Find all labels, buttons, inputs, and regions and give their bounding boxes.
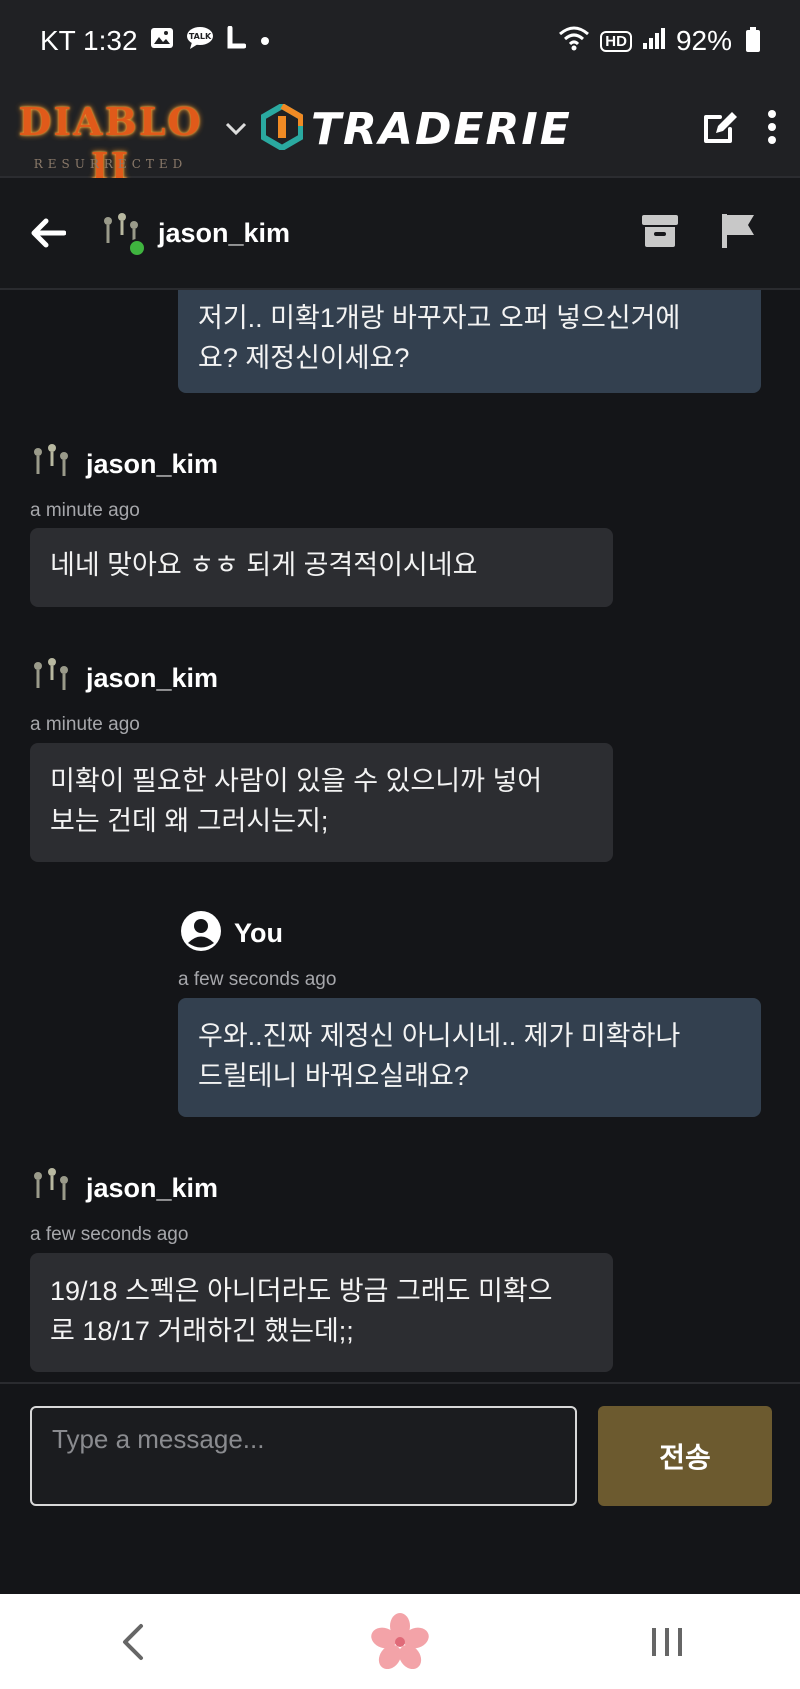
message-bubble-mine: 저기.. 미확1개랑 바꾸자고 오퍼 넣으신거에 요? 제정신이세요? <box>178 290 761 393</box>
game-logo[interactable]: DIABLO II RESURRECTED <box>18 81 203 189</box>
chat-header: jason_kim <box>0 178 800 290</box>
message-composer: 전송 <box>0 1382 800 1594</box>
brand-name: TRADERIE <box>311 103 572 155</box>
traderie-mark-icon <box>260 102 304 155</box>
dropdown-chevron-icon[interactable] <box>225 116 247 142</box>
message-time: a minute ago <box>30 500 140 521</box>
sender-name: You <box>234 918 283 948</box>
sender-name[interactable]: jason_kim <box>86 663 218 694</box>
message-text-line: 19/18 스펙은 아니더라도 방금 그래도 미확으 <box>50 1276 553 1306</box>
message-bubble-theirs: 19/18 스펙은 아니더라도 방금 그래도 미확으 로 18/17 거래하긴 … <box>30 1253 613 1372</box>
archive-icon[interactable] <box>640 213 680 254</box>
status-bar: KT 1:32 TALK HD 92% <box>0 0 800 82</box>
message-text-line: 로 18/17 거래하긴 했는데;; <box>50 1316 354 1346</box>
l-icon <box>226 25 247 56</box>
user-avatar-icon <box>30 1166 74 1211</box>
signal-icon <box>642 25 666 57</box>
sender-name[interactable]: jason_kim <box>86 449 218 480</box>
message-text-line: 드릴테니 바꿔오실래요? <box>198 1061 469 1091</box>
message-text-line: 미확이 필요한 사람이 있을 수 있으니까 넣어 <box>50 766 543 796</box>
message-text-line: 네네 맞아요 ㅎㅎ 되게 공격적이시네요 <box>50 550 478 580</box>
traderie-logo[interactable]: TRADERIE <box>260 102 572 155</box>
wifi-icon <box>558 25 590 58</box>
app-bar: DIABLO II RESURRECTED TRADERIE <box>0 81 800 189</box>
flag-icon[interactable] <box>720 212 756 255</box>
message-sender: jason_kim <box>30 1166 218 1211</box>
message-bubble-mine: 우와..진짜 제정신 아니시네.. 제가 미확하나 드릴테니 바꿔오실래요? <box>178 998 761 1117</box>
message-time: a few seconds ago <box>30 1224 189 1245</box>
battery-percent: 92% <box>675 25 732 56</box>
system-nav-bar <box>0 1594 800 1689</box>
message-text-line: 우와..진짜 제정신 아니시네.. 제가 미확하나 <box>198 1021 681 1051</box>
message-text-line: 보는 건데 왜 그러시는지; <box>50 806 329 836</box>
message-bubble-theirs: 미확이 필요한 사람이 있을 수 있으니까 넣어 보는 건데 왜 그러시는지; <box>30 743 613 862</box>
hd-icon: HD <box>600 30 632 52</box>
svg-text:TALK: TALK <box>188 32 211 41</box>
user-avatar-icon <box>30 656 74 701</box>
image-icon <box>150 27 174 55</box>
message-time: a few seconds ago <box>178 969 337 990</box>
game-logo-text: DIABLO II <box>18 99 203 189</box>
carrier-time: KT 1:32 <box>40 25 138 56</box>
message-bubble-theirs: 네네 맞아요 ㅎㅎ 되게 공격적이시네요 <box>30 528 613 607</box>
message-text-line: 요? 제정신이세요? <box>198 343 410 373</box>
message-text-line: 저기.. 미확1개랑 바꾸자고 오퍼 넣으신거에 <box>198 303 681 333</box>
nav-back-icon[interactable] <box>93 1602 173 1682</box>
message-sender: jason_kim <box>30 656 218 701</box>
back-arrow-icon[interactable] <box>30 213 70 253</box>
message-sender: jason_kim <box>30 442 218 487</box>
dot-icon <box>258 28 272 54</box>
send-button[interactable]: 전송 <box>598 1406 772 1506</box>
game-logo-sub: RESURRECTED <box>33 157 188 171</box>
message-time: a minute ago <box>30 714 140 735</box>
sender-name[interactable]: jason_kim <box>86 1173 218 1204</box>
message-list[interactable]: 저기.. 미확1개랑 바꾸자고 오퍼 넣으신거에 요? 제정신이세요? jaso… <box>0 290 800 1382</box>
user-circle-icon <box>180 910 222 957</box>
user-avatar-icon <box>30 442 74 487</box>
message-input[interactable] <box>30 1406 577 1506</box>
online-indicator <box>128 239 146 257</box>
recents-icon[interactable] <box>627 1602 707 1682</box>
talk-icon: TALK <box>186 26 214 56</box>
message-sender: You <box>180 910 283 957</box>
home-flower-icon[interactable] <box>360 1602 440 1682</box>
avatar[interactable] <box>100 209 148 257</box>
more-vert-icon[interactable] <box>766 109 778 150</box>
compose-icon[interactable] <box>700 107 740 152</box>
battery-icon <box>746 27 760 52</box>
chat-username[interactable]: jason_kim <box>158 218 290 249</box>
